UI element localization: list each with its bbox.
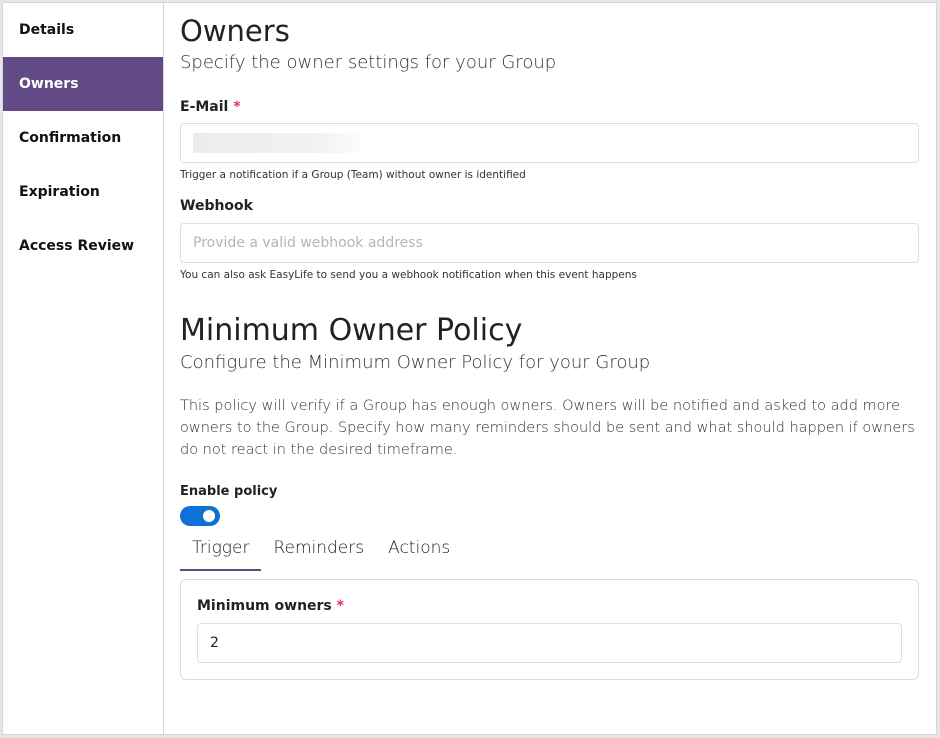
- sidebar-item-owners[interactable]: Owners: [3, 57, 163, 111]
- sidebar-item-label: Confirmation: [19, 130, 122, 146]
- email-label-text: E-Mail: [180, 99, 229, 115]
- enable-policy-group: Enable policy: [180, 484, 920, 526]
- page-title: Owners: [180, 14, 290, 48]
- policy-description: This policy will verify if a Group has e…: [180, 398, 915, 458]
- trigger-card: Minimum owners * 2: [180, 579, 919, 680]
- webhook-field-group: Webhook Provide a valid webhook address …: [180, 198, 920, 281]
- min-owners-label-text: Minimum owners: [197, 598, 332, 614]
- sidebar-nav: Details Owners Confirmation Expiration A…: [3, 3, 164, 734]
- required-marker: *: [233, 99, 241, 115]
- min-owners-value: 2: [210, 635, 219, 651]
- sidebar-item-label: Details: [19, 22, 75, 38]
- tab-label: Trigger: [192, 538, 250, 558]
- main-content: Owners Specify the owner settings for yo…: [164, 3, 936, 734]
- toggle-knob: [203, 510, 215, 522]
- tab-reminders[interactable]: Reminders: [261, 538, 376, 569]
- webhook-placeholder: Provide a valid webhook address: [193, 235, 423, 251]
- sidebar-item-label: Access Review: [19, 238, 135, 254]
- required-marker: *: [336, 598, 344, 614]
- tab-label: Reminders: [273, 538, 365, 558]
- email-input[interactable]: [180, 123, 919, 163]
- email-field-group: E-Mail * Trigger a notification if a Gro…: [180, 99, 920, 181]
- redacted-email-value: [193, 133, 361, 153]
- enable-policy-toggle[interactable]: [180, 506, 220, 526]
- sidebar-item-confirmation[interactable]: Confirmation: [3, 111, 163, 165]
- webhook-input[interactable]: Provide a valid webhook address: [180, 223, 919, 263]
- tab-trigger[interactable]: Trigger: [180, 538, 262, 571]
- webhook-hint: You can also ask EasyLife to send you a …: [180, 269, 637, 281]
- policy-subtitle: Configure the Minimum Owner Policy for y…: [180, 352, 651, 373]
- enable-policy-label: Enable policy: [180, 484, 278, 499]
- tab-actions[interactable]: Actions: [376, 538, 462, 569]
- webhook-label: Webhook: [180, 198, 253, 214]
- tab-label: Actions: [388, 538, 451, 558]
- policy-tabs: Trigger Reminders Actions: [180, 538, 920, 571]
- min-owners-input[interactable]: 2: [197, 623, 902, 663]
- email-hint: Trigger a notification if a Group (Team)…: [180, 169, 526, 181]
- page-subtitle: Specify the owner settings for your Grou…: [180, 52, 557, 73]
- policy-title: Minimum Owner Policy: [180, 313, 523, 348]
- sidebar-item-access-review[interactable]: Access Review: [3, 219, 163, 273]
- sidebar-item-label: Owners: [19, 76, 79, 92]
- sidebar-item-label: Expiration: [19, 184, 100, 200]
- settings-window: Details Owners Confirmation Expiration A…: [2, 2, 937, 735]
- sidebar-item-details[interactable]: Details: [3, 3, 163, 57]
- email-label: E-Mail *: [180, 99, 920, 115]
- min-owners-label: Minimum owners *: [197, 598, 902, 614]
- sidebar-item-expiration[interactable]: Expiration: [3, 165, 163, 219]
